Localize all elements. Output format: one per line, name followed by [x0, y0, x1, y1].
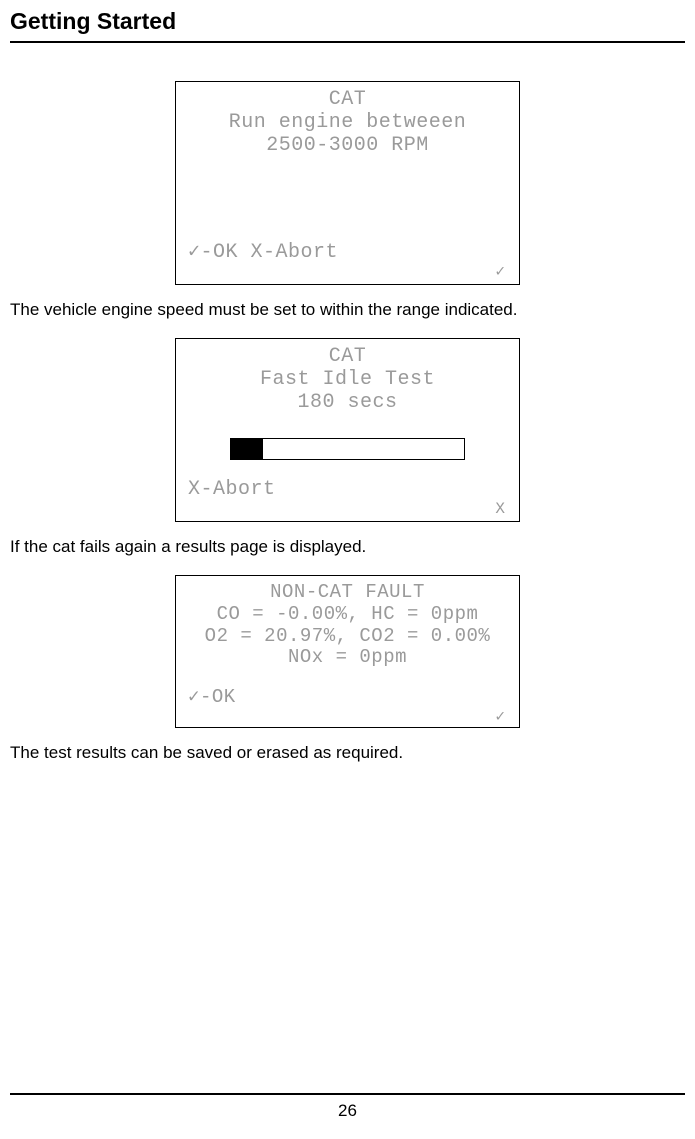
lcd3-footer: ✓-OK — [186, 687, 509, 709]
lcd1-line1: Run engine betweeen — [186, 111, 509, 134]
lcd2-line1: Fast Idle Test — [186, 368, 509, 391]
progress-fill — [231, 439, 263, 459]
lcd1-corner-check-icon: ✓ — [186, 264, 509, 280]
lcd2-footer: X-Abort — [186, 478, 509, 501]
paragraph-1: The vehicle engine speed must be set to … — [10, 299, 685, 322]
lcd1-footer: ✓-OK X-Abort — [186, 241, 509, 264]
lcd3-title: NON-CAT FAULT — [186, 582, 509, 604]
page-footer: 26 — [10, 1093, 685, 1121]
header-rule — [10, 41, 685, 43]
lcd2-progress-wrap — [186, 438, 509, 460]
lcd2-line2: 180 secs — [186, 391, 509, 414]
lcd-screen-2: CAT Fast Idle Test 180 secs X-Abort X — [175, 338, 520, 522]
lcd3-spacer — [186, 669, 509, 687]
footer-rule — [10, 1093, 685, 1095]
progress-bar — [230, 438, 465, 460]
lcd1-spacer — [186, 157, 509, 241]
lcd-screen-1: CAT Run engine betweeen 2500-3000 RPM ✓-… — [175, 81, 520, 285]
lcd-screen-3: NON-CAT FAULT CO = -0.00%, HC = 0ppm O2 … — [175, 575, 520, 728]
page-title: Getting Started — [10, 8, 685, 41]
paragraph-3: The test results can be saved or erased … — [10, 742, 685, 765]
lcd3-line3: NOx = 0ppm — [186, 647, 509, 669]
lcd2-title: CAT — [186, 345, 509, 368]
paragraph-2: If the cat fails again a results page is… — [10, 536, 685, 559]
lcd3-corner-check-icon: ✓ — [186, 709, 509, 725]
lcd3-line1: CO = -0.00%, HC = 0ppm — [186, 604, 509, 626]
lcd1-line2: 2500-3000 RPM — [186, 134, 509, 157]
lcd3-line2: O2 = 20.97%, CO2 = 0.00% — [186, 626, 509, 648]
lcd1-title: CAT — [186, 88, 509, 111]
page-number: 26 — [10, 1101, 685, 1121]
lcd2-corner-x-icon: X — [186, 501, 509, 517]
